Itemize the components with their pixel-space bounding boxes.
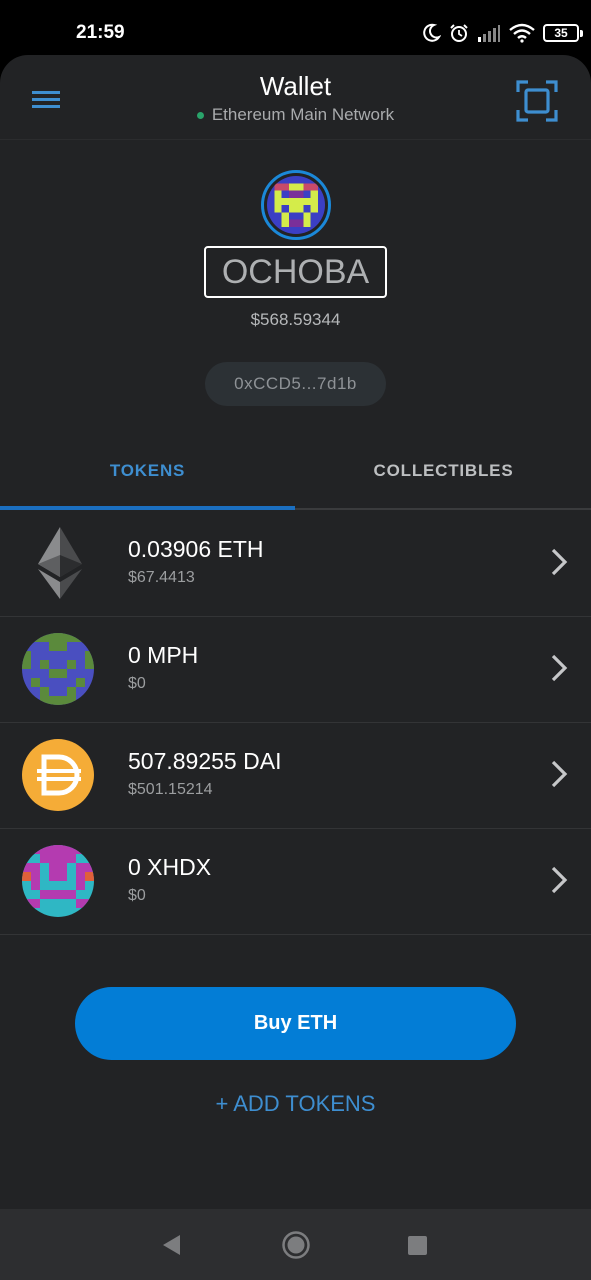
token-list: 0.03906 ETH $67.4413 0 MPH $0 507.89255 … xyxy=(0,511,591,935)
status-icons: 35 xyxy=(421,20,583,46)
account-avatar[interactable] xyxy=(261,170,331,240)
token-amount: 0.03906 ETH xyxy=(128,536,264,562)
home-icon[interactable] xyxy=(281,1230,311,1260)
network-indicator[interactable]: Ethereum Main Network xyxy=(0,105,591,125)
network-status-dot xyxy=(196,111,204,119)
wifi-icon xyxy=(509,23,535,43)
asset-tabs: TOKENS COLLECTIBLES xyxy=(0,425,591,510)
status-bar: 21:59 35 xyxy=(0,0,591,62)
account-overview: OCHOBA $568.59344 0xCCD5...7d1b xyxy=(0,140,591,425)
token-row-mph[interactable]: 0 MPH $0 xyxy=(0,617,591,723)
eth-icon xyxy=(22,527,94,599)
account-name-field[interactable]: OCHOBA xyxy=(204,246,387,298)
xhdx-identicon xyxy=(22,845,94,917)
wallet-app: Wallet Ethereum Main Network OCHOBA $568… xyxy=(0,55,591,1209)
header: Wallet Ethereum Main Network xyxy=(0,55,591,140)
token-amount: 0 MPH xyxy=(128,642,199,668)
token-fiat-value: $67.4413 xyxy=(128,569,195,586)
recents-icon[interactable] xyxy=(408,1236,427,1255)
token-fiat-value: $0 xyxy=(128,887,146,904)
account-balance: $568.59344 xyxy=(250,310,341,329)
account-address[interactable]: 0xCCD5...7d1b xyxy=(205,362,386,406)
token-amount: 507.89255 DAI xyxy=(128,748,282,774)
page-title: Wallet xyxy=(259,71,332,101)
moon-icon xyxy=(423,23,441,42)
chevron-right-icon xyxy=(551,548,568,576)
token-row-eth[interactable]: 0.03906 ETH $67.4413 xyxy=(0,511,591,617)
token-fiat-value: $0 xyxy=(128,675,146,692)
active-tab-indicator xyxy=(0,506,295,510)
battery-icon: 35 xyxy=(543,24,583,42)
dai-icon xyxy=(22,739,94,811)
battery-level: 35 xyxy=(554,26,568,40)
chevron-right-icon xyxy=(551,760,568,788)
mph-identicon xyxy=(22,633,94,705)
chevron-right-icon xyxy=(551,866,568,894)
signal-icon xyxy=(478,25,500,42)
network-name: Ethereum Main Network xyxy=(211,105,395,124)
tab-collectibles[interactable]: COLLECTIBLES xyxy=(296,425,591,510)
add-tokens-link[interactable]: + ADD TOKENS xyxy=(0,1091,591,1117)
system-nav-bar xyxy=(0,1209,591,1280)
chevron-right-icon xyxy=(551,654,568,682)
back-icon[interactable] xyxy=(160,1233,184,1257)
token-row-xhdx[interactable]: 0 XHDX $0 xyxy=(0,829,591,935)
buy-eth-button[interactable]: Buy ETH xyxy=(75,987,516,1060)
tab-tokens[interactable]: TOKENS xyxy=(0,425,295,510)
token-amount: 0 XHDX xyxy=(128,854,212,880)
status-time: 21:59 xyxy=(76,22,125,43)
qr-scan-icon[interactable] xyxy=(516,80,558,122)
token-row-dai[interactable]: 507.89255 DAI $501.15214 xyxy=(0,723,591,829)
alarm-icon xyxy=(450,24,468,42)
token-fiat-value: $501.15214 xyxy=(128,781,213,798)
